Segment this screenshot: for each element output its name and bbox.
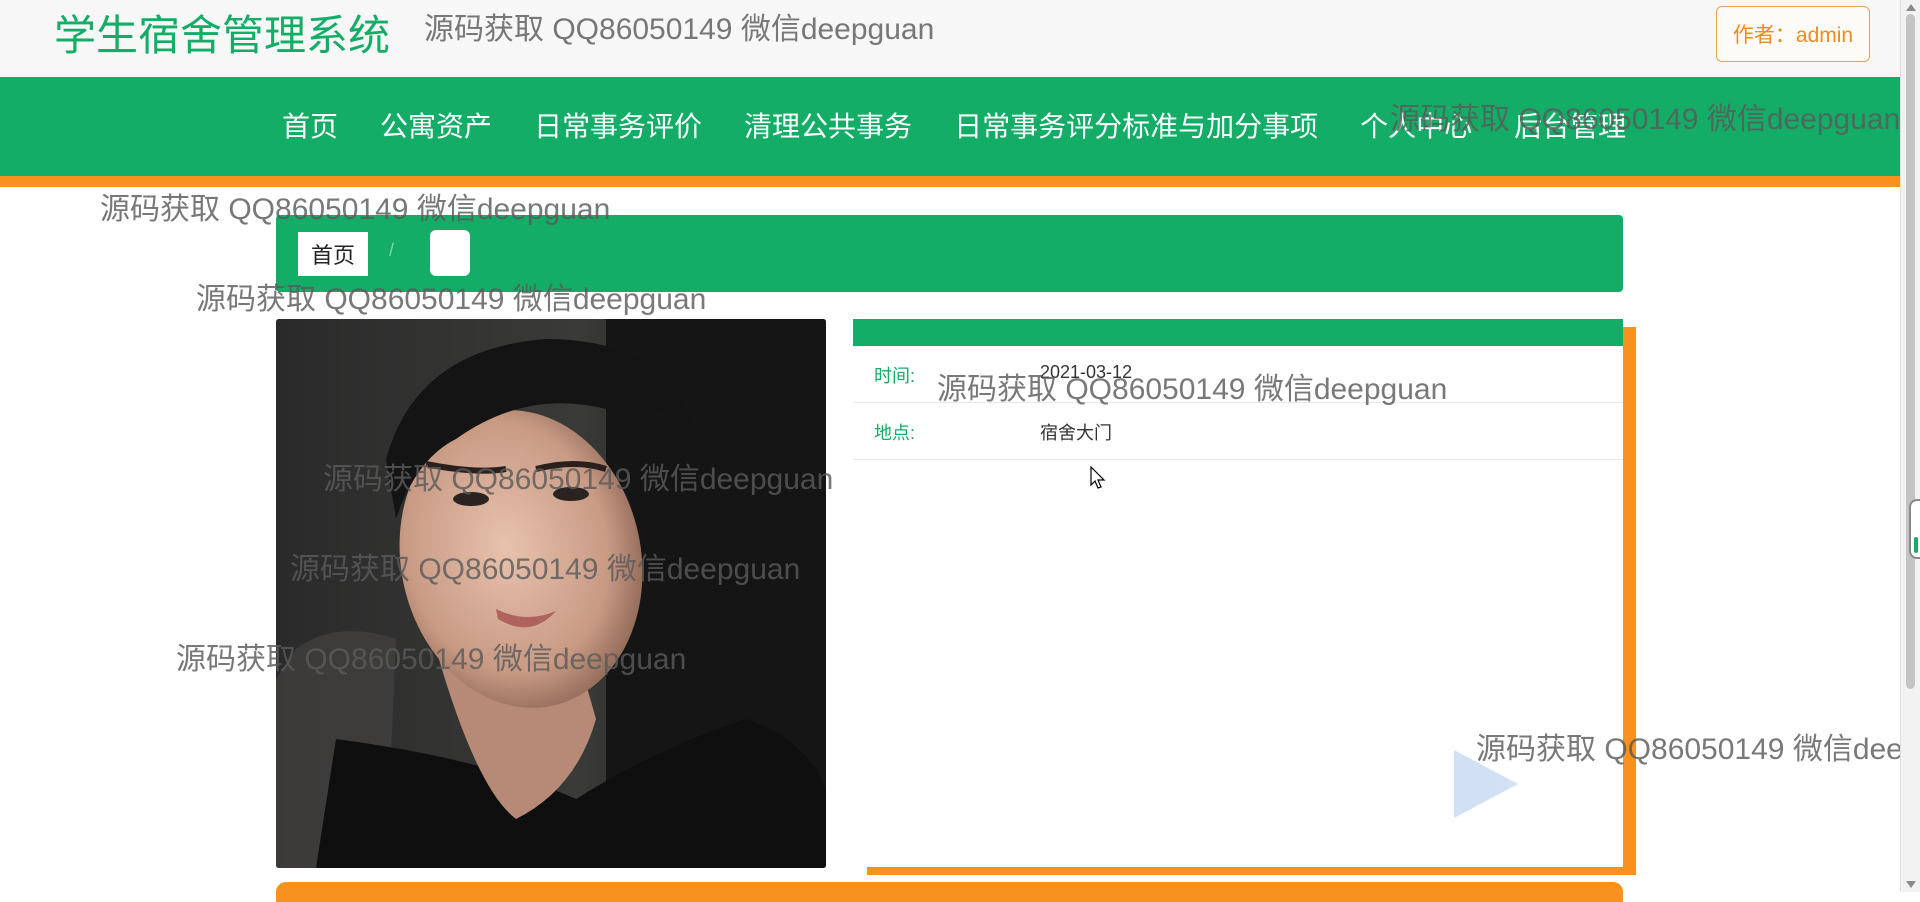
breadcrumb: 首页 / [276, 215, 1623, 292]
nav-item-public-cleaning[interactable]: 清理公共事务 [723, 102, 933, 152]
play-icon [1454, 750, 1518, 818]
nav-item-admin[interactable]: 后台管理 [1493, 102, 1647, 152]
scroll-down-arrow-icon[interactable] [1906, 881, 1916, 888]
location-label: 地点: [874, 423, 916, 443]
scroll-up-arrow-icon[interactable] [1906, 4, 1916, 11]
time-value: 2021-03-12 [1040, 362, 1133, 382]
mouse-cursor-icon [1090, 466, 1106, 489]
decorative-frame-right [1623, 327, 1636, 875]
detail-row-time: 时间: 2021-03-12 [853, 346, 1623, 403]
author-button[interactable]: 作者：admin [1716, 6, 1870, 62]
breadcrumb-current-item [430, 230, 470, 276]
main-nav: 首页 公寓资产 日常事务评价 清理公共事务 日常事务评分标准与加分事项 个人中心… [0, 77, 1900, 187]
detail-photo [276, 319, 826, 868]
nav-list: 首页 公寓资产 日常事务评价 清理公共事务 日常事务评分标准与加分事项 个人中心… [270, 77, 1647, 176]
detail-row-location: 地点: 宿舍大门 [853, 403, 1623, 460]
bottom-decorative-strip [276, 882, 1623, 902]
nav-item-personal-center[interactable]: 个人中心 [1339, 102, 1493, 152]
site-title: 学生宿舍管理系统 [54, 12, 391, 59]
detail-header-bar [853, 319, 1623, 346]
side-widget-handle[interactable] [1909, 499, 1920, 559]
decorative-frame-bottom [867, 867, 1636, 875]
nav-item-scoring-standards[interactable]: 日常事务评分标准与加分事项 [933, 102, 1339, 152]
nav-item-home[interactable]: 首页 [270, 102, 359, 152]
breadcrumb-separator: / [389, 240, 395, 260]
location-value: 宿舍大门 [1040, 423, 1112, 443]
top-header: 学生宿舍管理系统 作者：admin [0, 0, 1900, 77]
page-scrollbar[interactable] [1900, 0, 1920, 892]
nav-item-daily-affairs-evaluation[interactable]: 日常事务评价 [513, 102, 723, 152]
scrollbar-thumb[interactable] [1906, 14, 1915, 689]
person-photo-illustration [276, 319, 826, 868]
breadcrumb-home-link[interactable]: 首页 [298, 232, 368, 276]
time-label: 时间: [874, 366, 916, 386]
nav-item-apartment-assets[interactable]: 公寓资产 [359, 102, 513, 152]
